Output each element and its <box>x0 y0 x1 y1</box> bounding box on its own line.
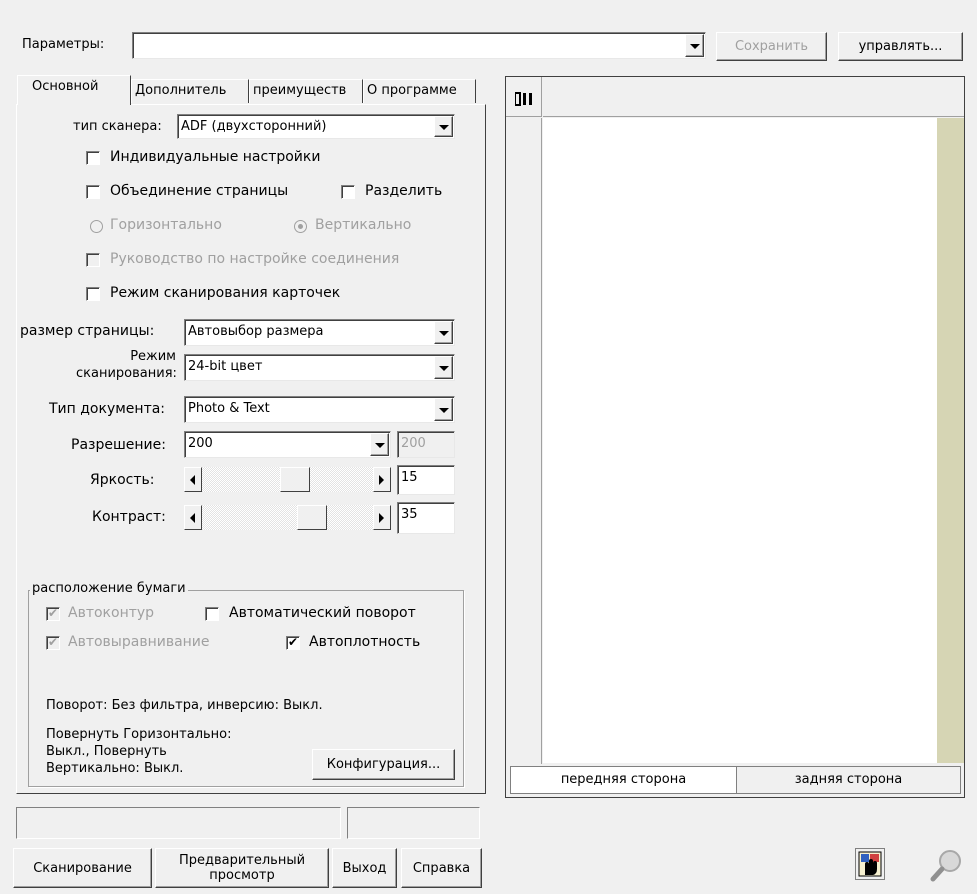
brightness-label: Яркость: <box>90 472 155 488</box>
auto-rotate-checkbox[interactable] <box>205 607 219 621</box>
chevron-down-icon[interactable] <box>370 433 389 456</box>
help-button[interactable]: Справка <box>401 848 482 888</box>
rotation-info: Поворот: Без фильтра, инверсию: Выкл. <box>46 698 323 713</box>
vertical-ruler <box>506 118 542 764</box>
status-field-secondary <box>347 807 480 839</box>
paper-group-title: расположение бумаги <box>30 581 188 596</box>
auto-align-checkbox[interactable]: ✔ <box>46 635 60 650</box>
tab-features[interactable]: преимуществ <box>249 79 363 103</box>
doc-type-value: Photo & Text <box>188 401 270 416</box>
ruler-corner <box>506 77 542 117</box>
hand-icon[interactable] <box>855 848 885 880</box>
back-side-tab[interactable]: задняя сторона <box>737 767 960 793</box>
contrast-input[interactable]: 35 <box>397 502 455 534</box>
resolution-combobox[interactable]: 200 <box>184 431 391 458</box>
tab-advanced[interactable]: Дополнитель <box>131 79 249 103</box>
scan-button[interactable]: Сканирование <box>13 848 152 888</box>
resolution-value: 200 <box>188 436 213 451</box>
brightness-input[interactable]: 15 <box>397 465 455 495</box>
flip-info-line3: Вертикально: Выкл. <box>46 761 184 776</box>
flip-info-line2: Выкл., Повернуть <box>46 744 167 759</box>
status-field-main <box>16 807 341 839</box>
individual-settings-label: Индивидуальные настройки <box>110 149 321 165</box>
save-button[interactable]: Сохранить <box>716 32 827 61</box>
magnifier-icon[interactable] <box>928 848 964 884</box>
auto-contour-label: Автоконтур <box>68 605 155 621</box>
chevron-down-icon[interactable] <box>434 398 453 421</box>
connection-guide-checkbox[interactable] <box>86 253 100 267</box>
horizontal-ruler <box>543 77 964 117</box>
scan-mode-value: 24-bit цвет <box>188 359 263 374</box>
doc-type-combobox[interactable]: Photo & Text <box>184 396 455 423</box>
preview-button-line2: просмотр <box>209 868 275 883</box>
arrow-right-icon[interactable] <box>373 505 391 530</box>
preview-canvas <box>543 118 937 763</box>
scan-mode-label-line2: сканирования: <box>76 366 177 381</box>
auto-density-label: Автоплотность <box>309 634 421 650</box>
flip-info-line1: Повернуть Горизонтально: <box>46 727 232 742</box>
horizontal-label: Горизонтально <box>110 217 222 233</box>
auto-align-label: Автовыравнивание <box>68 634 210 650</box>
page-size-label: размер страницы: <box>20 323 155 339</box>
chevron-down-icon[interactable] <box>434 356 453 379</box>
scanner-type-combobox[interactable]: ADF (двухсторонний) <box>177 114 455 139</box>
card-mode-label: Режим сканирования карточек <box>110 285 341 301</box>
connection-guide-label: Руководство по настройке соединения <box>110 251 400 267</box>
split-checkbox[interactable] <box>341 185 355 199</box>
arrow-left-icon[interactable] <box>184 505 202 530</box>
chevron-down-icon[interactable] <box>685 34 704 57</box>
arrow-left-icon[interactable] <box>184 467 202 492</box>
page-size-value: Автовыбор размера <box>188 324 324 339</box>
exit-button[interactable]: Выход <box>332 848 397 888</box>
arrow-right-icon[interactable] <box>373 467 391 492</box>
chevron-down-icon[interactable] <box>434 116 453 137</box>
individual-settings-checkbox[interactable] <box>86 151 100 165</box>
horizontal-radio[interactable] <box>90 220 103 233</box>
preview-button[interactable]: Предварительный просмотр <box>155 848 329 888</box>
contrast-slider[interactable] <box>184 505 391 530</box>
scanner-type-label: тип сканера: <box>73 119 162 134</box>
profile-label: Параметры: <box>22 37 105 52</box>
page-size-combobox[interactable]: Автовыбор размера <box>184 319 455 346</box>
tab-about[interactable]: О программе <box>363 79 476 103</box>
scanner-type-value: ADF (двухсторонний) <box>181 119 327 134</box>
brightness-thumb[interactable] <box>280 467 310 492</box>
merge-pages-checkbox[interactable] <box>86 185 100 199</box>
scan-mode-label-line1: Режим <box>130 349 176 364</box>
contrast-label: Контраст: <box>92 509 166 525</box>
profile-combobox[interactable] <box>132 32 706 59</box>
resolution-label: Разрешение: <box>71 437 166 453</box>
configuration-button[interactable]: Конфигурация... <box>312 749 455 780</box>
vertical-radio[interactable] <box>294 220 307 233</box>
preview-button-line1: Предварительный <box>178 853 306 868</box>
contrast-thumb[interactable] <box>297 505 327 530</box>
chevron-down-icon[interactable] <box>434 321 453 344</box>
merge-pages-label: Объединение страницы <box>110 183 289 199</box>
preview-side-strip <box>937 118 964 763</box>
auto-density-checkbox[interactable]: ✔ <box>286 635 300 650</box>
ruler-icon <box>515 92 532 106</box>
scan-mode-combobox[interactable]: 24-bit цвет <box>184 354 455 381</box>
tab-basic[interactable]: Основной <box>17 75 131 105</box>
split-label: Разделить <box>365 183 443 199</box>
auto-rotate-label: Автоматический поворот <box>229 605 416 621</box>
resolution-box: 200 <box>397 431 455 458</box>
brightness-slider[interactable] <box>184 467 391 492</box>
doc-type-label: Тип документа: <box>49 401 166 417</box>
auto-contour-checkbox[interactable]: ✔ <box>46 606 60 621</box>
manage-button[interactable]: управлять... <box>838 32 963 61</box>
front-side-tab[interactable]: передняя сторона <box>511 767 737 793</box>
card-mode-checkbox[interactable] <box>86 287 100 301</box>
vertical-label: Вертикально <box>315 217 412 233</box>
